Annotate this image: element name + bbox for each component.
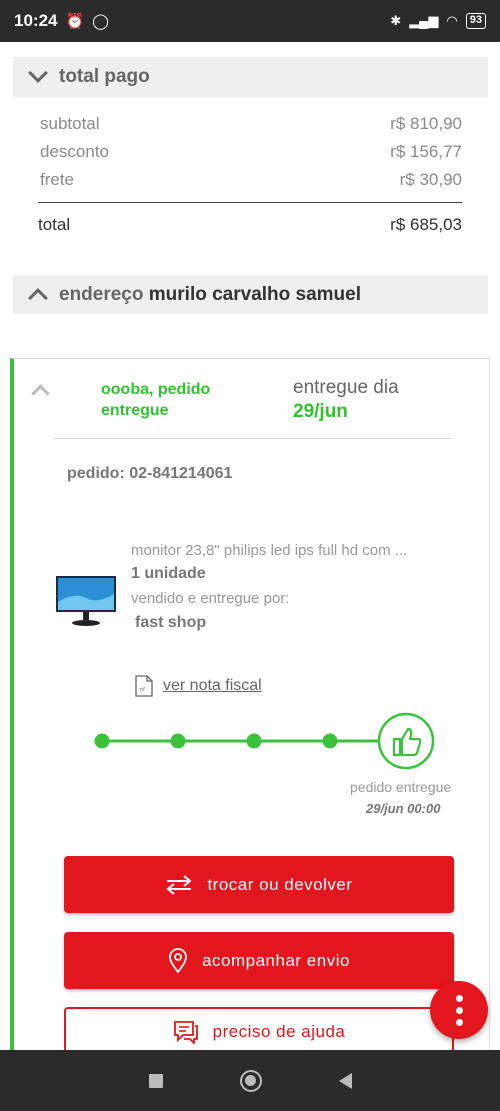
battery-indicator: 93: [465, 13, 486, 29]
address-title-wrap: endereço murilo carvalho samuel: [59, 284, 361, 306]
row-label: subtotal: [40, 114, 100, 133]
exchange-return-label: trocar ou devolver: [207, 874, 353, 894]
shipping-row: frete r$ 30,90: [40, 166, 462, 194]
dot: [455, 994, 463, 1002]
address-header[interactable]: endereço murilo carvalho samuel: [13, 275, 488, 314]
swap-arrows-icon: [165, 874, 193, 896]
chat-bubble-icon: [173, 1020, 199, 1044]
invoice-link-label: ver nota fiscal: [163, 677, 262, 694]
exchange-return-button[interactable]: trocar ou devolver: [64, 856, 454, 913]
wifi-icon: ◠: [446, 13, 458, 28]
home-button[interactable]: [239, 1069, 262, 1092]
signal-icon: ▂▄▆: [409, 13, 439, 28]
subtotal-row: subtotal r$ 810,90: [40, 110, 462, 138]
order-status-line1: oooba, pedido: [101, 381, 211, 398]
thumbs-up-icon: [377, 712, 435, 770]
dot: [455, 1018, 463, 1026]
track-shipment-button[interactable]: acompanhar envio: [64, 932, 454, 989]
document-icon: nf: [135, 675, 153, 697]
location-pin-icon: [168, 947, 188, 974]
row-label: desconto: [40, 142, 109, 161]
row-value: r$ 810,90: [390, 114, 462, 133]
progress-step: [94, 733, 110, 749]
back-button[interactable]: [338, 1072, 352, 1089]
recent-apps-button[interactable]: [148, 1073, 163, 1088]
system-nav-bar: [0, 1050, 500, 1111]
track-shipment-label: acompanhar envio: [202, 950, 350, 970]
status-bar: 10:24 ⏰ ◯ ✱ ▂▄▆ ◠ 93: [0, 0, 500, 42]
row-value: r$ 156,77: [390, 142, 462, 161]
progress-step: [246, 733, 262, 749]
row-value: r$ 30,90: [399, 170, 462, 189]
product-name: monitor 23,8" philips led ips full hd co…: [131, 542, 408, 559]
delivery-progress-tracker: [94, 712, 435, 770]
dot: [455, 1006, 463, 1014]
collapse-order-button[interactable]: [31, 381, 50, 403]
divider: [54, 438, 452, 439]
status-time: 10:24: [14, 11, 58, 30]
need-help-label: preciso de ajuda: [212, 1022, 346, 1041]
chevron-up-icon: [31, 384, 50, 403]
total-paid-title: total pago: [59, 66, 150, 87]
order-card: oooba, pedido entregue entregue dia 29/j…: [10, 358, 490, 1058]
address-recipient: murilo carvalho samuel: [148, 283, 362, 305]
alarm-icon: ⏰: [65, 13, 85, 30]
chevron-down-icon: [28, 63, 48, 83]
delivered-label: entregue dia: [293, 377, 399, 398]
discount-row: desconto r$ 156,77: [40, 138, 462, 166]
delivered-date: 29/jun: [293, 401, 348, 422]
svg-text:nf: nf: [140, 687, 145, 693]
seller-name: fast shop: [135, 614, 207, 631]
whatsapp-icon: ◯: [92, 13, 109, 30]
home-inner-dot: [244, 1074, 256, 1086]
progress-step: [322, 733, 338, 749]
total-value: r$ 685,03: [390, 215, 462, 234]
total-label: total: [38, 215, 71, 234]
tracking-status: pedido entregue: [350, 779, 452, 795]
product-details: monitor 23,8" philips led ips full hd co…: [131, 542, 461, 632]
product-image: [54, 574, 118, 633]
invoice-link[interactable]: nf ver nota fiscal: [135, 675, 262, 697]
progress-step: [170, 733, 186, 749]
delivery-info: entregue dia 29/jun: [293, 377, 399, 423]
more-options-fab[interactable]: [430, 981, 488, 1039]
price-breakdown: subtotal r$ 810,90 desconto r$ 156,77 fr…: [40, 110, 462, 194]
row-label: frete: [40, 170, 75, 189]
chevron-up-icon: [28, 287, 48, 308]
order-number: pedido: 02-841214061: [67, 465, 233, 482]
address-title: endereço: [59, 283, 144, 305]
sold-by-label: vendido e entregue por:: [131, 590, 290, 607]
total-paid-header[interactable]: total pago: [13, 57, 488, 97]
order-status: oooba, pedido entregue: [101, 379, 210, 421]
tracking-time: 29/jun 00:00: [366, 801, 441, 816]
order-status-line2: entregue: [101, 402, 169, 419]
total-row: total r$ 685,03: [38, 202, 462, 235]
product-quantity: 1 unidade: [131, 565, 206, 582]
bluetooth-icon: ✱: [390, 13, 402, 28]
